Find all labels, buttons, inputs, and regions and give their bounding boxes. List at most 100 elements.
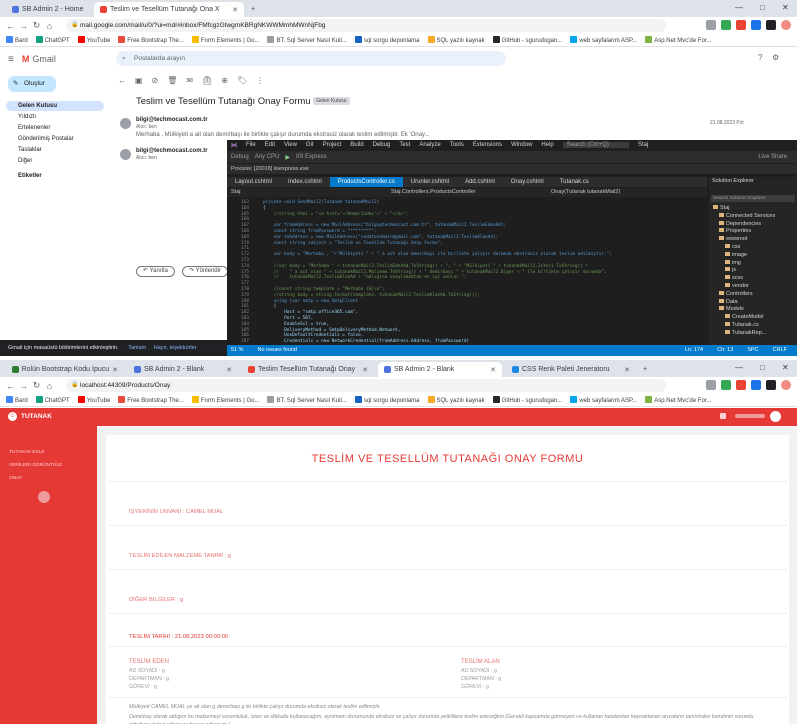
bookmark[interactable]: sql sorgu deponlama [354, 36, 420, 44]
menu-view[interactable]: View [284, 142, 297, 148]
editor-tab[interactable]: Add.cshtml [457, 177, 503, 187]
code-line[interactable]: EnableSsl = true, [263, 322, 329, 327]
bookmark[interactable]: Bard [6, 36, 28, 44]
solution-tree-item[interactable]: Connected Services [719, 212, 775, 219]
bookmark[interactable]: Form Elements | Go... [191, 396, 259, 404]
extension-icon[interactable] [721, 380, 731, 390]
menu-build[interactable]: Build [350, 142, 363, 148]
url-bar[interactable]: 🔒 mail.google.com/mail/u/0/?ui=mdr#inbox… [66, 19, 666, 32]
editor-tab[interactable]: Onay.cshtml [503, 177, 552, 187]
help-icon[interactable]: ? [758, 53, 762, 62]
solution-tree-item[interactable]: Models [719, 306, 744, 312]
menu-icon[interactable]: ≡ [8, 54, 14, 65]
toast-ok-button[interactable]: Tamam [128, 345, 146, 351]
vs-search-input[interactable]: Search (Ctrl+Q) [562, 142, 629, 148]
close-tab-icon[interactable]: ✕ [232, 6, 238, 14]
menu-debug[interactable]: Debug [373, 142, 391, 148]
platform-dropdown[interactable]: Any CPU [255, 154, 280, 160]
browser-tab-active[interactable]: Teslim ve Tesellüm Tutanağı Ona X ✕ [94, 2, 244, 17]
bookmark[interactable]: ChatGPT [35, 36, 70, 44]
toast-dismiss-button[interactable]: Hayır, teşekkürler [154, 345, 197, 351]
forward-arrow-icon[interactable]: → [17, 21, 30, 31]
browser-tab[interactable]: Teslim Tesellüm Tutanağı Onay ✕ [242, 362, 374, 377]
solution-tree-item[interactable]: js [725, 267, 736, 273]
extension-icon[interactable] [736, 20, 746, 30]
puzzle-icon[interactable] [766, 20, 776, 30]
code-line[interactable]: const string subject = "Teslim ve Tesell… [263, 241, 443, 246]
solution-tree-item[interactable]: css [725, 244, 740, 250]
sidebar-item-drafts[interactable]: Taslaklar [6, 145, 104, 155]
browser-tab[interactable]: CSS Renk Paleti Jeneratoru ✕ [506, 362, 636, 377]
menu-project[interactable]: Project [323, 142, 342, 148]
bookmark[interactable]: Free Bootstrap The... [118, 36, 184, 44]
code-line[interactable]: using (var smtp = new SmtpClient [263, 299, 359, 304]
close-window-icon[interactable]: ✕ [782, 3, 789, 12]
live-share-button[interactable]: Live Share [758, 154, 787, 160]
code-line[interactable]: var fromAddress = new MailAddress("bilgi… [263, 223, 507, 228]
sidebar-item-inbox[interactable]: Gelen Kutusu [6, 101, 104, 111]
menu-window[interactable]: Window [511, 142, 532, 148]
code-line[interactable]: { [263, 206, 266, 211]
solution-tree-item[interactable]: Data [719, 298, 738, 305]
solution-tree-item[interactable]: vendor [725, 283, 749, 289]
code-line[interactable]: // " a ait olan " + tutanakMail2.Malzeme… [263, 270, 607, 275]
browser-tab-active[interactable]: SB Admin 2 - Blank ✕ [378, 362, 502, 377]
reload-icon[interactable]: ↻ [30, 20, 43, 31]
project-dropdown[interactable]: Staj [227, 188, 387, 197]
sender-email[interactable]: bilgi@techmocast.com.tr [136, 148, 208, 154]
profile-avatar[interactable] [781, 20, 791, 30]
bookmark[interactable]: ChatGPT [35, 396, 70, 404]
bookmark[interactable]: sql sorgu deponlama [354, 396, 420, 404]
code-line[interactable]: //const string template = "Merhaba {0}\n… [263, 287, 385, 292]
browser-tab[interactable]: SB Admin 2 - Home [6, 2, 92, 17]
back-arrow-icon[interactable]: ← [4, 21, 17, 31]
issues-status[interactable]: No issues found [258, 345, 297, 356]
sidebar-item-sent[interactable]: Gönderilmiş Postalar [6, 134, 104, 144]
solution-tree-item[interactable]: Properties [719, 228, 751, 234]
menu-edit[interactable]: Edit [265, 142, 275, 148]
settings-gear-icon[interactable]: ⚙ [772, 53, 779, 62]
extension-icon[interactable] [751, 380, 761, 390]
editor-tab[interactable]: Index.cshtml [280, 177, 330, 187]
minimize-icon[interactable]: — [735, 3, 743, 12]
bookmark[interactable]: Asp.Net Mvc'de For... [645, 36, 711, 44]
sidebar-item-add[interactable]: TUTANAK EKLE [9, 450, 45, 455]
code-line[interactable]: Credentials = new NetworkCredential(from… [263, 339, 469, 344]
solution-tree-item[interactable]: img [725, 259, 741, 266]
menu-test[interactable]: Test [399, 142, 410, 148]
code-line[interactable]: //string html = "<a href='~/Home/Index'>… [263, 212, 409, 217]
code-line[interactable]: var body = "Merhaba , "+"Mülkiyeti " + "… [263, 252, 612, 257]
bookmark[interactable]: Asp.Net Mvc'de For... [645, 396, 711, 404]
bookmark[interactable]: Free Bootstrap The... [118, 396, 184, 404]
menu-help[interactable]: Help [541, 142, 553, 148]
solution-tree-item[interactable]: Controllers [719, 290, 753, 297]
code-line[interactable]: { [263, 304, 277, 309]
sidebar-item-approve[interactable]: ONAY [9, 476, 22, 481]
editor-tab[interactable]: Urunler.cshtml [403, 177, 457, 187]
menu-analyze[interactable]: Analyze [419, 142, 440, 148]
run-target[interactable]: IIS Express [296, 154, 327, 160]
code-line[interactable]: Port = 587, [263, 316, 313, 321]
bookmark[interactable]: YouTube [77, 36, 110, 44]
bookmark[interactable]: SQL yazılı kaynak [427, 396, 485, 404]
bookmark[interactable]: Form Elements | Go... [191, 36, 259, 44]
bookmark[interactable]: web sayfalarım ASP... [570, 36, 637, 44]
menu-extensions[interactable]: Extensions [473, 142, 502, 148]
reply-button[interactable]: ↶ Yanıtla [136, 266, 175, 277]
bookmark[interactable]: BT. Sql Server Nasıl Kull... [267, 36, 347, 44]
code-line[interactable]: //var body = "Merhaba " + tutanakMail2.T… [263, 264, 589, 269]
sidebar-item-more[interactable]: Diğer [6, 156, 104, 166]
editor-tab-active[interactable]: ProductsController.cs [329, 177, 403, 187]
bookmark[interactable]: web sayfalarım ASP... [570, 396, 637, 404]
mail-toolbar-icons[interactable]: ←▣⊘🗑✉⏲⊕🏷⋮ [118, 76, 273, 85]
extension-icon[interactable] [721, 20, 731, 30]
mail-snippet[interactable]: Merhaba , Mülkiyeti a ait olan demirbaşı… [136, 132, 429, 138]
solution-tree-item[interactable]: Dependencies [719, 220, 761, 227]
solution-tree-item[interactable]: CreateModel [725, 314, 764, 320]
puzzle-icon[interactable] [766, 380, 776, 390]
minimize-icon[interactable]: — [735, 363, 743, 372]
mail-search-input[interactable]: ⌕ Postalarda arayın [116, 51, 506, 66]
sidebar-item-starred[interactable]: Yıldızlı [6, 112, 104, 122]
maximize-icon[interactable]: □ [760, 3, 765, 12]
url-bar[interactable]: 🔒 localhost:44309/Products/Onay [66, 379, 666, 392]
